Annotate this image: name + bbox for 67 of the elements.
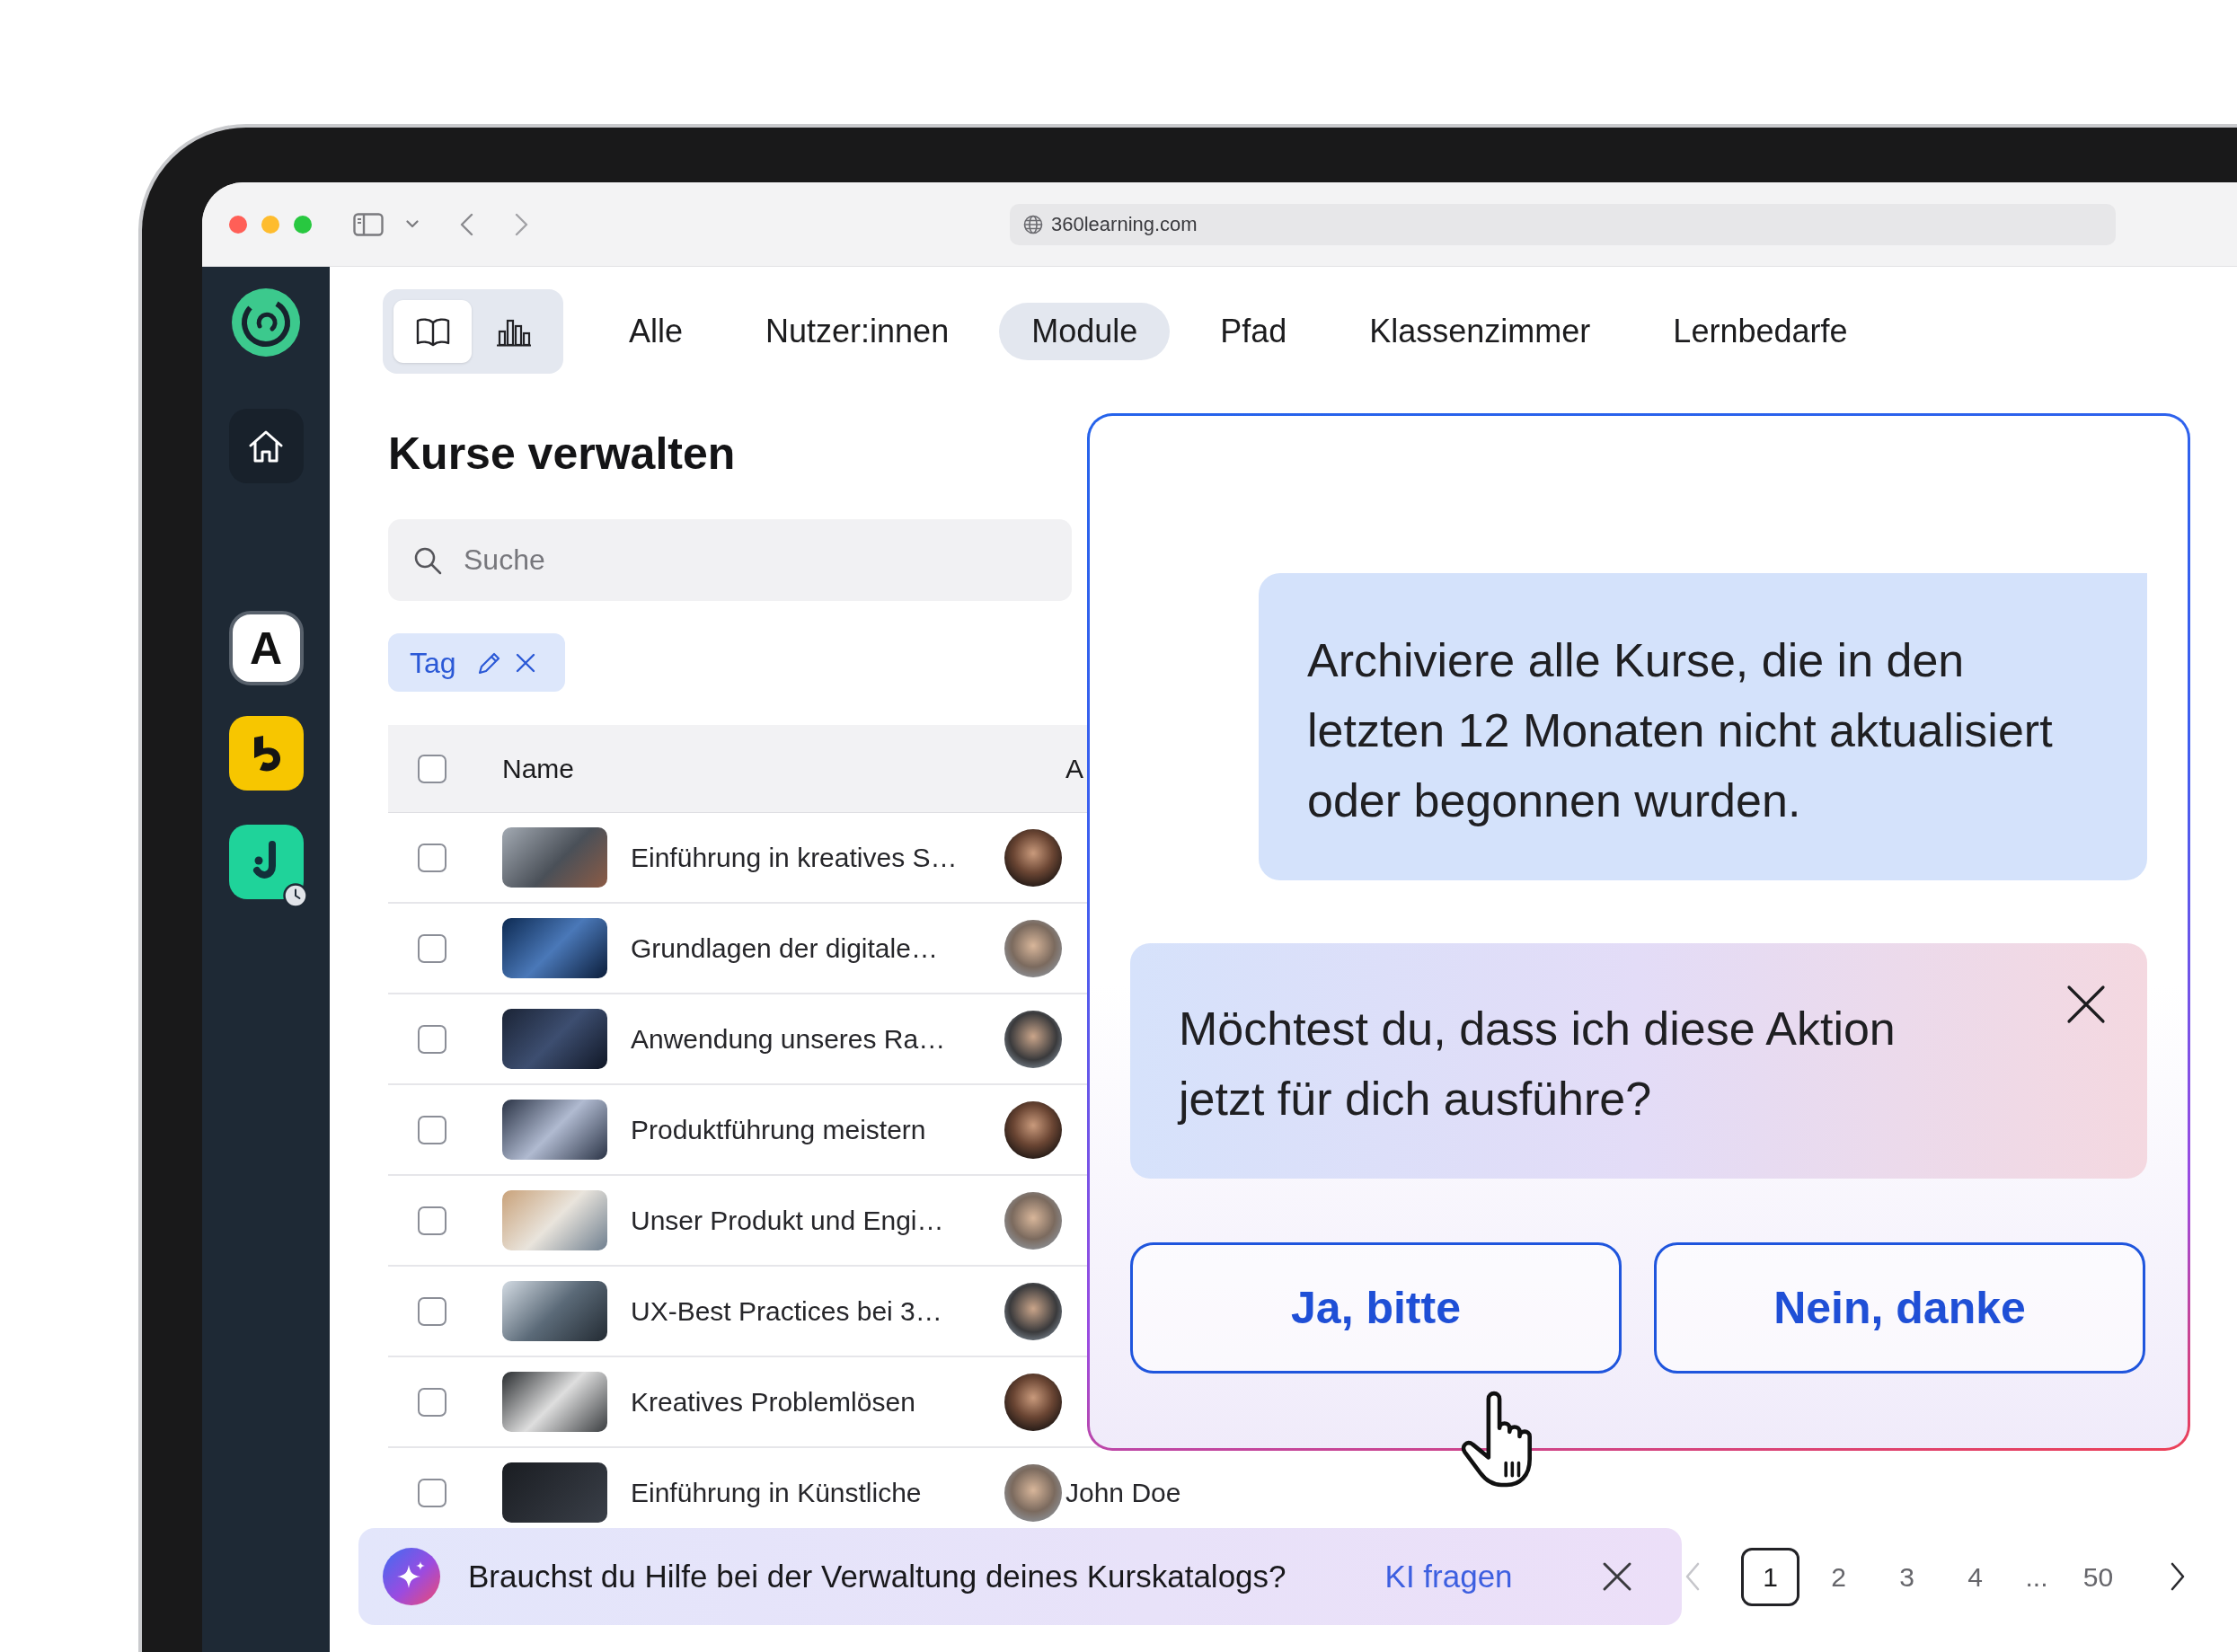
sparkle-icon xyxy=(383,1548,440,1605)
page-button[interactable]: 2 xyxy=(1809,1547,1868,1606)
checkbox[interactable] xyxy=(418,1115,447,1144)
page-button[interactable]: 3 xyxy=(1878,1547,1936,1606)
page-button[interactable]: 4 xyxy=(1946,1547,2004,1606)
page-button[interactable]: 50 xyxy=(2069,1547,2127,1606)
next-page-button[interactable] xyxy=(2169,1561,2187,1592)
course-title[interactable]: UX-Best Practices bei 3… xyxy=(631,1291,942,1331)
tab[interactable]: Alle xyxy=(597,303,716,360)
message-text: Archiviere alle Kurse, die in den letzten 12 Monaten nicht aktualisiert oder begonnen wurden. xyxy=(1307,633,2054,828)
course-title[interactable]: Unser Produkt und Engi… xyxy=(631,1200,944,1241)
close-icon[interactable] xyxy=(514,651,536,674)
ask-ai-link[interactable]: KI fragen xyxy=(1384,1552,1513,1601)
clock-badge-icon xyxy=(282,883,308,908)
tab[interactable]: Pfad xyxy=(1188,303,1320,360)
checkbox[interactable] xyxy=(418,754,447,783)
globe-icon xyxy=(1023,214,1043,234)
logo-icon[interactable] xyxy=(232,288,300,357)
prompt-text: Möchtest du, dass ich diese Aktion jetzt für dich ausführe? xyxy=(1179,1002,1897,1126)
course-title[interactable]: Kreatives Problemlösen xyxy=(631,1382,915,1422)
decline-button[interactable]: Nein, danke xyxy=(1654,1242,2145,1374)
app-logo-icon[interactable] xyxy=(228,716,304,791)
course-title[interactable]: Einführung in kreatives S… xyxy=(631,837,958,878)
column-header: Name xyxy=(502,753,575,785)
close-dot-icon[interactable] xyxy=(229,215,247,234)
tab[interactable]: Klassenzimmer xyxy=(1337,303,1623,360)
help-text: Brauchst du Hilfe bei der Verwaltung deines Kurskatalogs? xyxy=(468,1557,1286,1595)
tab[interactable]: Nutzer:innen xyxy=(733,303,982,360)
forward-icon[interactable] xyxy=(515,212,529,236)
sidebar-toggle-icon[interactable] xyxy=(353,212,384,236)
filter-chip[interactable]: Tag xyxy=(388,633,565,692)
checkbox[interactable] xyxy=(418,1387,447,1417)
course-title[interactable]: Anwendung unseres Ra… xyxy=(631,1019,946,1059)
close-button[interactable] xyxy=(1601,1560,1633,1593)
checkbox[interactable] xyxy=(418,1478,447,1507)
confirm-button[interactable]: Ja, bitte xyxy=(1130,1242,1622,1374)
course-title[interactable]: Produktführung meistern xyxy=(631,1109,926,1150)
page-title: Kurse verwalten xyxy=(388,428,736,481)
chevron-down-icon[interactable] xyxy=(406,220,419,228)
home-button[interactable] xyxy=(228,409,304,483)
checkbox[interactable] xyxy=(418,1206,447,1235)
home-icon xyxy=(248,428,284,464)
page-button[interactable]: 1 xyxy=(1741,1547,1799,1606)
tab[interactable]: Module xyxy=(999,303,1171,360)
close-icon xyxy=(1601,1560,1633,1593)
course-title[interactable]: Grundlagen der digitale… xyxy=(631,928,938,968)
view-toggle[interactable] xyxy=(393,300,472,363)
workspace-button[interactable]: A xyxy=(228,611,304,685)
back-icon[interactable] xyxy=(459,212,473,236)
checkbox[interactable] xyxy=(418,933,447,963)
zoom-dot-icon[interactable] xyxy=(294,215,312,234)
chevron-right-icon xyxy=(2169,1561,2187,1592)
page-gap: ... xyxy=(2025,1560,2048,1594)
open-book-icon xyxy=(414,316,451,347)
address-field[interactable]: 360learning.com xyxy=(1010,203,2116,245)
column-header: A xyxy=(1065,753,1083,785)
search-icon xyxy=(413,546,442,575)
search-field[interactable]: Suche xyxy=(388,519,1072,601)
minimize-dot-icon[interactable] xyxy=(261,215,279,234)
author-name: John Doe xyxy=(1065,1477,1181,1509)
chevron-left-icon xyxy=(1684,1561,1702,1592)
checkbox[interactable] xyxy=(418,1024,447,1054)
checkbox[interactable] xyxy=(418,843,447,872)
checkbox[interactable] xyxy=(418,1296,447,1326)
tab[interactable]: Lernbedarfe xyxy=(1640,303,1880,360)
course-title[interactable]: Einführung in Künstliche xyxy=(631,1472,922,1513)
app-logo-icon[interactable] xyxy=(228,825,304,899)
